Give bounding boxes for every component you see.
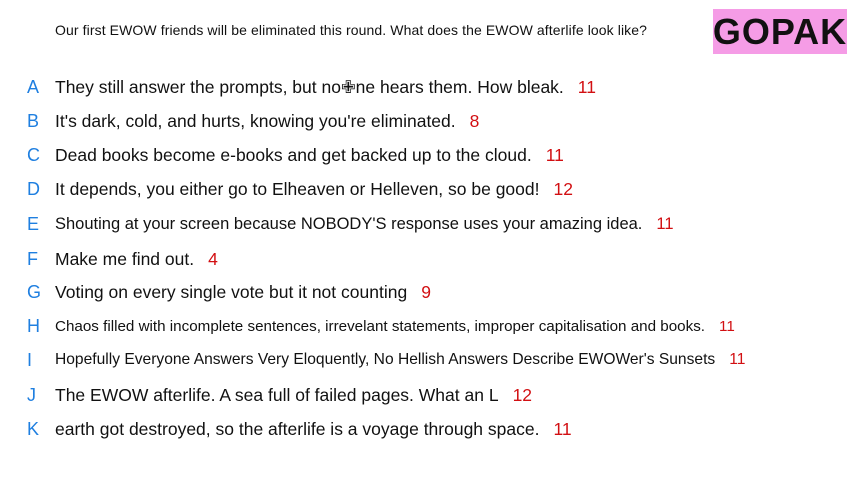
response: Make me find out. 4 xyxy=(55,249,218,270)
response-text: It's dark, cold, and hurts, knowing you'… xyxy=(55,110,456,131)
response-letter: E xyxy=(27,213,40,234)
response: It depends, you either go to Elheaven or… xyxy=(55,179,573,200)
response-text: Make me find out. xyxy=(55,248,195,269)
word-count: 4 xyxy=(208,248,218,269)
word-count: 11 xyxy=(656,214,674,233)
response: earth got destroyed, so the afterlife is… xyxy=(55,419,572,440)
response: Shouting at your screen because NOBODY'S… xyxy=(55,215,674,234)
response-letter: C xyxy=(27,144,40,165)
response-letter: G xyxy=(27,281,42,302)
response-letter: I xyxy=(27,349,33,370)
response-letter: A xyxy=(27,76,40,97)
response-letter: F xyxy=(27,248,38,269)
word-count: 11 xyxy=(553,418,572,439)
response: It's dark, cold, and hurts, knowing you'… xyxy=(55,111,479,132)
response-text: It depends, you either go to Elheaven or… xyxy=(55,178,540,199)
response-text: Chaos filled with incomplete sentences, … xyxy=(55,317,706,335)
word-count: 8 xyxy=(469,110,480,131)
prompt-text: Our first EWOW friends will be eliminate… xyxy=(55,22,648,38)
response: Dead books become e-books and get backed… xyxy=(55,145,564,166)
response-letter: K xyxy=(27,418,40,439)
response-text: They still answer the prompts, but no✙ne… xyxy=(55,76,564,97)
word-count: 11 xyxy=(719,317,735,335)
word-count: 11 xyxy=(729,351,746,368)
response-letter: D xyxy=(27,178,40,199)
response-letter: B xyxy=(27,110,40,131)
word-count: 12 xyxy=(512,384,533,405)
response: They still answer the prompts, but no✙ne… xyxy=(55,77,596,98)
response-letter: J xyxy=(27,384,36,405)
response-text: Dead books become e-books and get backed… xyxy=(55,144,532,165)
response-text: Hopefully Everyone Answers Very Eloquent… xyxy=(55,351,716,368)
word-count: 11 xyxy=(545,144,564,165)
contestant-badge: GOPAK xyxy=(713,9,847,54)
word-count: 9 xyxy=(421,281,431,302)
response-letter: H xyxy=(27,315,40,336)
response: Chaos filled with incomplete sentences, … xyxy=(55,318,735,335)
response-text: The EWOW afterlife. A sea full of failed… xyxy=(55,384,499,405)
word-count: 11 xyxy=(577,76,596,97)
response: Hopefully Everyone Answers Very Eloquent… xyxy=(55,351,745,369)
response: The EWOW afterlife. A sea full of failed… xyxy=(55,385,532,406)
response: Voting on every single vote but it not c… xyxy=(55,282,431,303)
response-text: earth got destroyed, so the afterlife is… xyxy=(55,418,540,439)
response-text: Voting on every single vote but it not c… xyxy=(55,281,408,302)
word-count: 12 xyxy=(553,178,573,199)
response-text: Shouting at your screen because NOBODY'S… xyxy=(55,214,643,233)
